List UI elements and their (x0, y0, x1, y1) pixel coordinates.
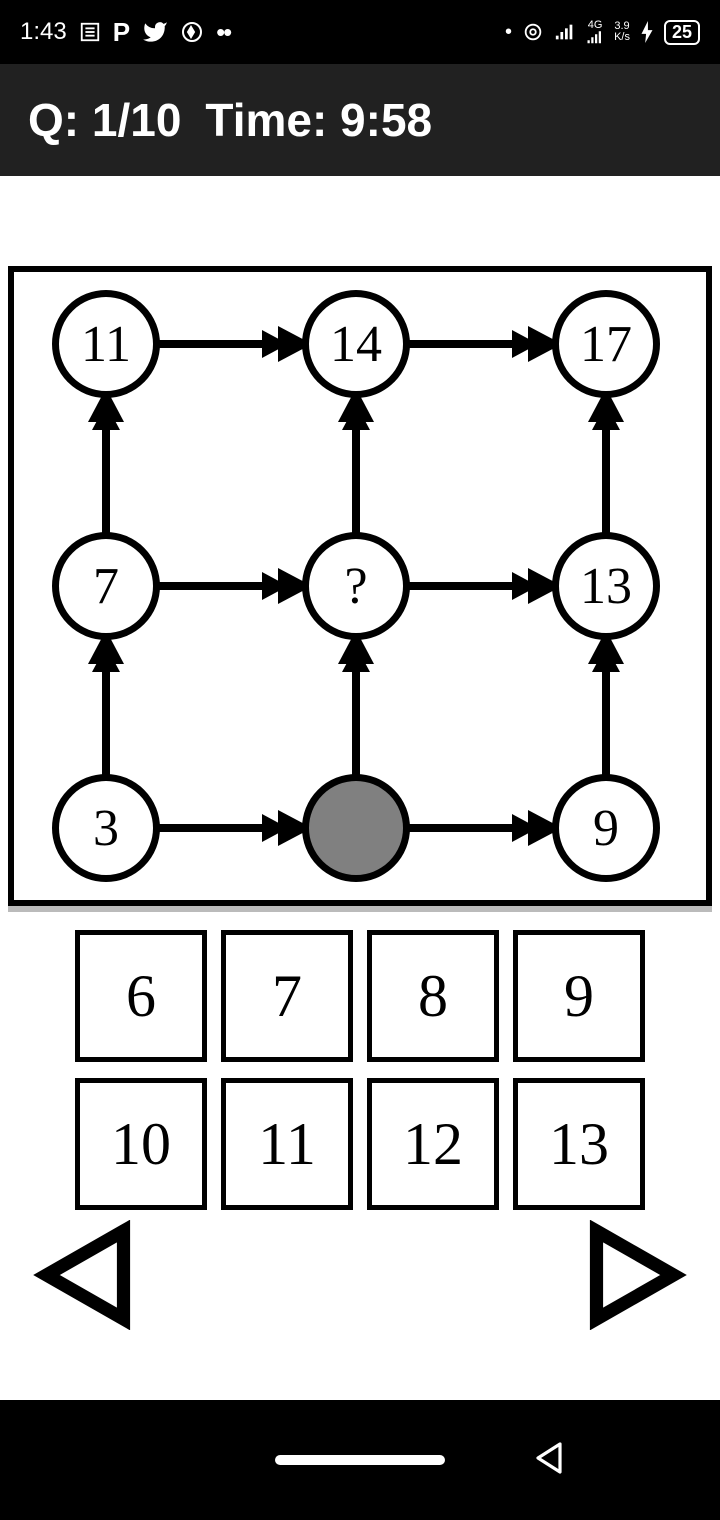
node-r0c2: 17 (552, 290, 660, 398)
notification-icon (79, 21, 101, 43)
signal-icon (554, 21, 576, 43)
app-p-icon: P (113, 17, 130, 48)
status-bar: 1:43 P •• • 4G 3.9 K/s 25 (0, 0, 720, 64)
answer-option[interactable]: 7 (221, 930, 353, 1062)
answer-option[interactable]: 8 (367, 930, 499, 1062)
answer-option[interactable]: 13 (513, 1078, 645, 1210)
answer-grid: 6 7 8 9 10 11 12 13 (8, 930, 712, 1210)
answer-option[interactable]: 6 (75, 930, 207, 1062)
answer-option[interactable]: 9 (513, 930, 645, 1062)
node-r0c0: 11 (52, 290, 160, 398)
puzzle-frame: 11 14 17 7 ? 13 3 9 (8, 266, 712, 906)
charging-icon (640, 21, 654, 43)
answer-row-2: 10 11 12 13 (75, 1078, 645, 1210)
question-header: Q: 1/10 Time: 9:58 (0, 64, 720, 176)
twitter-icon (142, 19, 168, 45)
prev-button[interactable] (30, 1220, 140, 1335)
node-r2c2: 9 (552, 774, 660, 882)
answer-row-1: 6 7 8 9 (75, 930, 645, 1062)
answer-option[interactable]: 10 (75, 1078, 207, 1210)
status-left: 1:43 P •• (20, 17, 230, 48)
location-icon (522, 21, 544, 43)
puzzle-shadow (8, 906, 712, 912)
system-nav-bar (0, 1400, 720, 1520)
dot-icon: • (505, 21, 512, 44)
next-button[interactable] (580, 1220, 690, 1335)
status-right: • 4G 3.9 K/s 25 (505, 20, 700, 45)
node-r1c2: 13 (552, 532, 660, 640)
timer: Time: 9:58 (205, 93, 432, 147)
network-speed: 3.9 K/s (614, 21, 630, 43)
home-pill[interactable] (275, 1455, 445, 1465)
question-counter: Q: 1/10 (28, 93, 181, 147)
answer-option[interactable]: 12 (367, 1078, 499, 1210)
node-r0c1: 14 (302, 290, 410, 398)
battery-indicator: 25 (664, 20, 700, 45)
node-r1c1-question: ? (302, 532, 410, 640)
sim-signal-icon: 4G (586, 20, 604, 45)
node-r2c0: 3 (52, 774, 160, 882)
node-r2c1-filled (302, 774, 410, 882)
puzzle-area: 11 14 17 7 ? 13 3 9 6 7 8 9 10 11 12 13 (0, 176, 720, 1210)
system-back-button[interactable] (530, 1438, 570, 1483)
answer-option[interactable]: 11 (221, 1078, 353, 1210)
node-r1c0: 7 (52, 532, 160, 640)
status-time: 1:43 (20, 18, 67, 46)
nav-arrows (0, 1220, 720, 1335)
cast-icon (180, 20, 204, 44)
more-icon: •• (216, 17, 230, 48)
